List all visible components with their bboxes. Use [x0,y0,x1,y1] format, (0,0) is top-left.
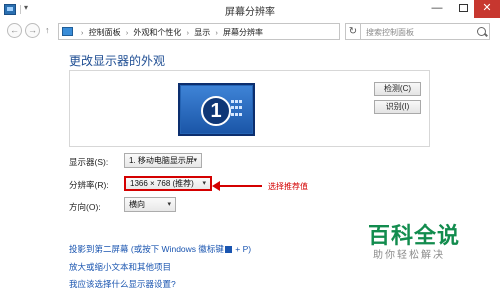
orientation-label: 方向(O): [69,202,101,212]
refresh-button[interactable]: ↻ [345,23,361,40]
project-second-screen-link[interactable]: 投影到第二屏幕 (或按下 Windows 徽标键 + P) [69,243,251,255]
search-placeholder: 搜索控制面板 [366,28,414,37]
address-bar[interactable]: › 控制面板 › 外观和个性化 › 显示 › 屏幕分辨率 ▾ [58,23,385,40]
chevron-down-icon: ▾ [202,180,206,187]
detect-button[interactable]: 检测(C) [374,82,421,96]
breadcrumb-screen-resolution[interactable]: 屏幕分辨率 [223,28,263,37]
breadcrumb-separator: › [81,30,84,37]
up-button[interactable]: ↑ [45,25,50,35]
which-setting-link[interactable]: 我应该选择什么显示器设置? [69,278,176,290]
project-link-shortcut: + P) [232,244,252,254]
maximize-button[interactable] [450,0,476,18]
forward-button[interactable]: → [25,23,40,38]
breadcrumb-display[interactable]: 显示 [194,28,210,37]
search-icon[interactable] [477,27,486,36]
search-input[interactable]: 搜索控制面板 [360,23,490,40]
windows-logo-icon [224,246,232,253]
annotation-arrow-line [216,185,262,187]
breadcrumb-separator[interactable]: › [184,30,192,37]
chevron-down-icon: ▾ [193,157,197,164]
navigation-bar: ← → ↑ › 控制面板 › 外观和个性化 › 显示 › 屏幕分辨率 ▾ ↻ 搜… [0,20,500,42]
breadcrumb: › 控制面板 › 外观和个性化 › 显示 › 屏幕分辨率 [78,27,263,38]
monitor-screen: 1 [181,86,252,133]
orientation-select-value: 横向 [129,200,145,209]
control-panel-icon [62,27,73,36]
project-link-text: 投影到第二屏幕 (或按下 Windows 徽标键 [69,244,224,254]
resolution-select[interactable]: 1366 × 768 (推荐) ▾ [124,176,212,191]
start-tiles-icon [231,100,243,118]
resolution-label: 分辨率(R): [69,180,109,190]
text-size-link[interactable]: 放大或缩小文本和其他项目 [69,261,171,273]
page-title: 更改显示器的外观 [69,54,166,68]
breadcrumb-control-panel[interactable]: 控制面板 [89,28,121,37]
close-button[interactable]: ✕ [474,0,500,18]
orientation-select[interactable]: 横向 ▾ [124,197,176,212]
watermark-subtitle: 助你轻松解决 [373,250,445,261]
monitor-arrangement-area: 1 检测(C) 识别(I) [69,70,430,147]
back-button[interactable]: ← [7,23,22,38]
title-bar: ▾ 屏幕分辨率 — ✕ [0,0,500,20]
breadcrumb-separator[interactable]: › [212,30,220,37]
identify-button[interactable]: 识别(I) [374,100,421,114]
annotation-text: 选择推荐值 [268,182,308,191]
display-select-value: 1. 移动电脑显示屏 [129,156,194,165]
monitor-icon[interactable]: 1 [178,83,255,136]
display-select[interactable]: 1. 移动电脑显示屏 ▾ [124,153,202,168]
display-label: 显示器(S): [69,157,109,167]
monitor-number-badge: 1 [201,96,231,126]
breadcrumb-separator[interactable]: › [123,30,131,37]
minimize-button[interactable]: — [424,0,450,18]
chevron-down-icon: ▾ [167,201,171,208]
maximize-icon [458,4,468,13]
resolution-select-value: 1366 × 768 (推荐) [130,179,194,188]
breadcrumb-appearance[interactable]: 外观和个性化 [133,28,181,37]
